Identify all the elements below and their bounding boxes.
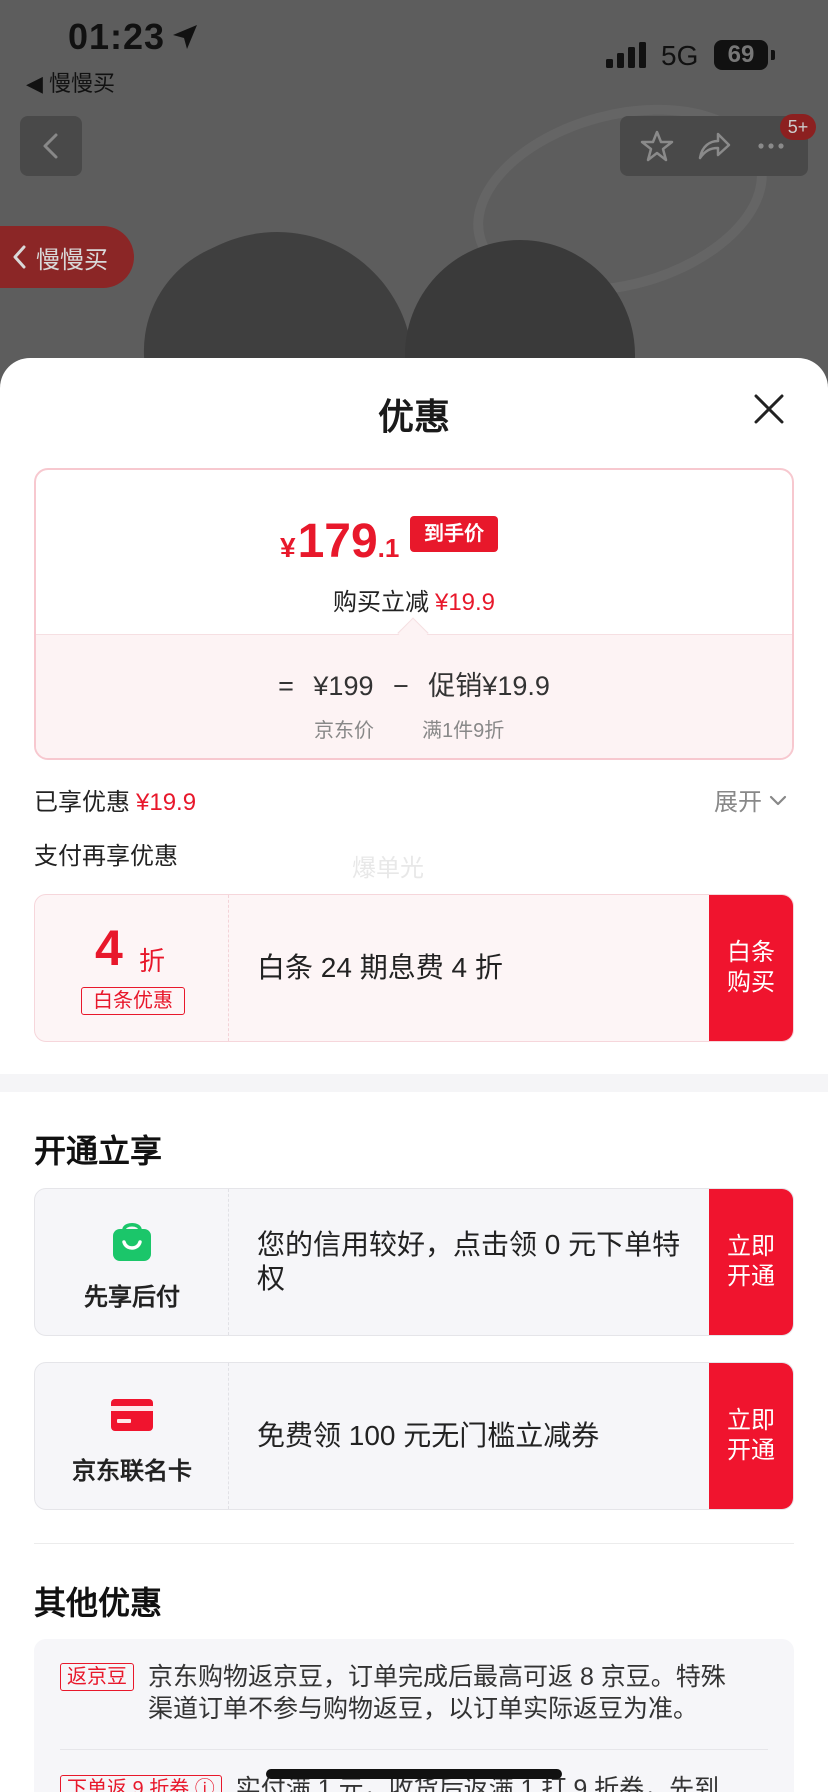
final-price: ¥ 179 .1 (280, 514, 399, 569)
other-section-title: 其他优惠 (34, 1585, 163, 1621)
price-card: ¥ 179 .1 到手价 购买立减 ¥19.9 = ¥199 − 促销¥19.9 … (34, 468, 794, 760)
slow-buy-return-button[interactable]: 慢慢买 (0, 226, 134, 288)
battery-icon: 69 (714, 40, 775, 70)
share-icon[interactable] (696, 128, 732, 164)
reduce-value: ¥19.9 (434, 589, 496, 616)
discount-sheet: 优惠 ¥ 179 .1 到手价 购买立减 ¥19.9 = ¥199 − 促销¥19… (0, 358, 828, 1792)
pay-more-heading: 支付再享优惠 (34, 843, 178, 870)
pay-later-name: 先享后付 (84, 1284, 180, 1311)
formula-equals: = (278, 671, 294, 701)
hand-price-tag: 到手价 (410, 516, 498, 552)
other-offer-tag: 返京豆 (60, 1663, 134, 1691)
formula-promo: 促销¥19.9 (428, 671, 550, 701)
jd-card-name: 京东联名卡 (72, 1458, 192, 1485)
other-offer-text: 京东购物返京豆，订单完成后最高可返 8 京豆。特殊渠道订单不参与购物返豆，以订单… (148, 1663, 726, 1723)
jd-card-open-button[interactable]: 立即开通 (709, 1363, 793, 1509)
jd-price-label: 京东价 (314, 720, 374, 742)
discount-unit: 折 (139, 946, 166, 976)
divider (34, 1543, 794, 1544)
other-offer-item: 返京豆 京东购物返京豆，订单完成后最高可返 8 京豆。特殊渠道订单不参与购物返豆… (60, 1661, 748, 1725)
reduce-line: 购买立减 ¥19.9 (36, 582, 792, 617)
back-button[interactable] (20, 116, 82, 176)
other-offer-divider (60, 1749, 768, 1750)
expand-toggle[interactable]: 展开 (714, 782, 788, 817)
home-indicator[interactable] (266, 1769, 562, 1779)
chevron-left-icon (13, 245, 26, 269)
expand-label: 展开 (714, 789, 762, 816)
baitiao-buy-button[interactable]: 白条购买 (709, 895, 793, 1041)
sheet-title: 优惠 (377, 396, 450, 437)
pay-later-card[interactable]: 先享后付 您的信用较好，点击领 0 元下单特权 立即开通 (34, 1188, 794, 1336)
status-back-app[interactable]: ◀ 慢慢买 (26, 66, 115, 98)
location-arrow-icon (173, 25, 197, 49)
section-divider (0, 1074, 828, 1092)
close-icon[interactable] (748, 388, 790, 430)
open-section-title: 开通立享 (34, 1133, 163, 1169)
jd-card-block: 京东联名卡 (35, 1363, 229, 1509)
enjoyed-discount: 已享优惠 ¥19.9 (34, 782, 196, 817)
message-badge: 5+ (780, 114, 816, 140)
shopping-bag-icon (113, 1223, 151, 1261)
discount-number: 4 (95, 920, 123, 976)
chevron-down-icon (769, 795, 787, 805)
slow-buy-label: 慢慢买 (36, 246, 108, 274)
price-integer: 179 (297, 515, 378, 568)
pay-later-block: 先享后付 (35, 1189, 229, 1335)
status-time: 01:23 (68, 16, 166, 57)
watermark: 爆单光 (352, 855, 424, 882)
currency-symbol: ¥ (280, 532, 296, 563)
enjoyed-label: 已享优惠 (34, 789, 130, 816)
enjoyed-value: ¥19.9 (136, 789, 197, 816)
jd-card-offer[interactable]: 京东联名卡 免费领 100 元无门槛立减券 立即开通 (34, 1362, 794, 1510)
pay-later-open-button[interactable]: 立即开通 (709, 1189, 793, 1335)
network-type: 5G (661, 40, 699, 71)
price-formula: = ¥199 − 促销¥19.9 (36, 664, 792, 703)
reduce-label: 购买立减 (332, 589, 429, 616)
promo-label: 满1件9折 (422, 720, 505, 742)
baitiao-tag: 白条优惠 (81, 987, 185, 1015)
credit-card-icon (111, 1399, 153, 1431)
product-backdrop (0, 0, 828, 400)
formula-minus: − (393, 671, 409, 701)
formula-jd-price: ¥199 (313, 671, 374, 701)
star-icon[interactable] (639, 128, 675, 164)
jd-card-description: 免费领 100 元无门槛立减券 (257, 1420, 600, 1451)
baitiao-discount-block: 4 折 白条优惠 (35, 895, 229, 1041)
chevron-left-icon (43, 133, 58, 159)
other-offer-tag[interactable]: 下单返 9 折券 ⓘ (60, 1775, 222, 1792)
baitiao-description: 白条 24 期息费 4 折 (257, 952, 503, 983)
pay-later-description: 您的信用较好，点击领 0 元下单特权 (257, 1229, 681, 1294)
signal-icon (606, 42, 646, 68)
price-decimal: .1 (377, 533, 400, 563)
baitiao-offer-card[interactable]: 4 折 白条优惠 白条 24 期息费 4 折 白条购买 (34, 894, 794, 1042)
